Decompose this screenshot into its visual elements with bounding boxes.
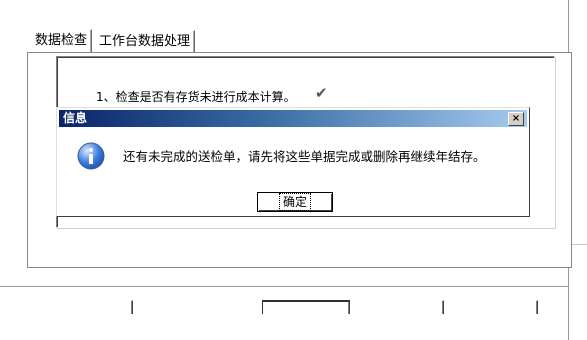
close-icon[interactable]: × (508, 112, 524, 126)
window-bottom-edge (0, 286, 569, 287)
bottom-button-1[interactable] (45, 300, 133, 314)
dialog-title: 信息 (63, 111, 88, 125)
info-dialog: 信息 × 还有未完成的送检单，请先将这些单据完成或删除再继续年结存。 确定 (56, 107, 530, 217)
tab-workbench-data-processing[interactable]: 工作台数据处理 (94, 30, 196, 52)
tab-strip: 数据检查 工作台数据处理 (30, 29, 197, 53)
check-icon: ✔ (315, 84, 328, 102)
bottom-button-2[interactable] (262, 300, 350, 314)
bottom-button-3[interactable] (356, 300, 444, 314)
info-icon (77, 142, 105, 170)
ok-button[interactable]: 确定 (257, 192, 333, 212)
check-step-1: 1、检查是否有存货未进行成本计算。 (96, 90, 296, 104)
dialog-titlebar[interactable]: 信息 × (59, 110, 527, 127)
ok-button-label: 确定 (278, 193, 312, 211)
dialog-message: 还有未完成的送检单，请先将这些单据完成或删除再继续年结存。 (123, 149, 486, 164)
tab-data-check[interactable]: 数据检查 (30, 29, 93, 53)
bottom-button-4[interactable] (450, 300, 538, 314)
